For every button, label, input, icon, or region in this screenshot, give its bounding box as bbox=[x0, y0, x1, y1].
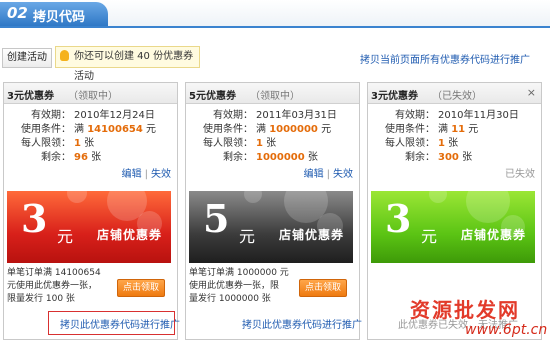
condition-value: 满 14100654 元 bbox=[74, 124, 157, 135]
valid-label: 有效期： bbox=[31, 110, 71, 121]
limit-value: 1 张 bbox=[438, 138, 459, 149]
promote-coupon-link[interactable]: 拷贝此优惠券代码进行推广 bbox=[242, 316, 362, 331]
coupon-card: 3元优惠券 （领取中） 有效期： 2010年12月24日 使用条件： 满 141… bbox=[3, 82, 178, 340]
card-header: 3元优惠券 （已失效） × bbox=[368, 83, 541, 104]
disable-link[interactable]: 失效 bbox=[151, 169, 171, 180]
valid-value: 2010年12月24日 bbox=[74, 110, 155, 121]
remain-label: 剩余： bbox=[223, 152, 253, 163]
card-header: 5元优惠券 （领取中） bbox=[186, 83, 359, 104]
ticket-yuan: 元 bbox=[57, 227, 74, 246]
condition-value: 满 11 元 bbox=[438, 124, 479, 135]
card-name: 3元优惠券 bbox=[7, 91, 54, 102]
remain-label: 剩余： bbox=[405, 152, 435, 163]
ticket-amount: 5 bbox=[203, 196, 230, 241]
highlight-box bbox=[48, 311, 175, 335]
valid-value: 2011年03月31日 bbox=[256, 110, 337, 121]
expired-label: 已失效 bbox=[505, 169, 535, 180]
create-activity-button[interactable]: 创建活动 bbox=[2, 48, 52, 68]
claim-button[interactable]: 点击领取 bbox=[299, 279, 347, 297]
coupon-description: 单笔订单满 14100654 元使用此优惠券一张， 限量发行 100 张 bbox=[7, 268, 101, 304]
coupon-card: 5元优惠券 （领取中） 有效期： 2011年03月31日 使用条件： 满 100… bbox=[185, 82, 360, 340]
remain-value: 300 张 bbox=[438, 152, 473, 163]
card-status: （领取中） bbox=[250, 91, 300, 102]
ticket-yuan: 元 bbox=[421, 227, 438, 246]
section-tab: 02 拷贝代码 bbox=[0, 2, 108, 26]
card-status: （已失效） bbox=[432, 91, 482, 102]
title-bar: 02 拷贝代码 bbox=[0, 0, 550, 26]
limit-label: 每人限领： bbox=[21, 138, 71, 149]
ticket-shop-label: 店铺优惠券 bbox=[279, 228, 345, 242]
toolbar: 创建活动 你还可以创建 40 份优惠券活动 拷贝当前页面所有优惠券代码进行推广 bbox=[0, 40, 550, 82]
section-title: 拷贝代码 bbox=[33, 10, 86, 25]
watermark-text: 资源批发网 bbox=[410, 298, 520, 322]
limit-value: 1 张 bbox=[74, 138, 95, 149]
valid-label: 有效期： bbox=[213, 110, 253, 121]
watermark-url: www.6pt.cn bbox=[465, 322, 548, 338]
close-icon[interactable]: × bbox=[527, 86, 536, 99]
card-actions: 编辑 | 失效 bbox=[303, 169, 353, 180]
coupon-ticket: 3 元 店铺优惠券 bbox=[7, 191, 171, 263]
remain-value: 1000000 张 bbox=[256, 152, 318, 163]
site-watermark: 资源批发网 www.6pt.cn bbox=[410, 294, 550, 344]
promote-all-link[interactable]: 拷贝当前页面所有优惠券代码进行推广 bbox=[360, 51, 530, 66]
condition-label: 使用条件： bbox=[385, 124, 435, 135]
condition-value: 满 1000000 元 bbox=[256, 124, 332, 135]
card-name: 5元优惠券 bbox=[189, 91, 236, 102]
condition-label: 使用条件： bbox=[21, 124, 71, 135]
disable-link[interactable]: 失效 bbox=[333, 169, 353, 180]
lightbulb-icon bbox=[60, 50, 69, 61]
card-status: （领取中） bbox=[68, 91, 118, 102]
ticket-amount: 3 bbox=[21, 196, 48, 241]
ticket-shop-label: 店铺优惠券 bbox=[461, 228, 527, 242]
limit-label: 每人限领： bbox=[203, 138, 253, 149]
remain-value: 96 张 bbox=[74, 152, 102, 163]
ticket-amount: 3 bbox=[385, 196, 412, 241]
ticket-yuan: 元 bbox=[239, 227, 256, 246]
edit-link[interactable]: 编辑 bbox=[122, 169, 142, 180]
title-divider bbox=[0, 26, 550, 28]
card-name: 3元优惠券 bbox=[371, 91, 418, 102]
remain-label: 剩余： bbox=[41, 152, 71, 163]
quota-tip-text: 你还可以创建 40 份优惠券活动 bbox=[74, 51, 194, 82]
card-actions: 编辑 | 失效 bbox=[121, 169, 171, 180]
section-number: 02 bbox=[7, 4, 28, 22]
claim-button[interactable]: 点击领取 bbox=[117, 279, 165, 297]
limit-label: 每人限领： bbox=[385, 138, 435, 149]
edit-link[interactable]: 编辑 bbox=[304, 169, 324, 180]
coupon-ticket: 3 元 店铺优惠券 bbox=[371, 191, 535, 263]
valid-value: 2010年11月30日 bbox=[438, 110, 519, 121]
card-header: 3元优惠券 （领取中） bbox=[4, 83, 177, 104]
limit-value: 1 张 bbox=[256, 138, 277, 149]
coupon-ticket: 5 元 店铺优惠券 bbox=[189, 191, 353, 263]
valid-label: 有效期： bbox=[395, 110, 435, 121]
ticket-shop-label: 店铺优惠券 bbox=[97, 228, 163, 242]
coupon-description: 单笔订单满 1000000 元 使用此优惠券一张，限 量发行 1000000 张 bbox=[189, 268, 289, 304]
quota-tip: 你还可以创建 40 份优惠券活动 bbox=[55, 46, 200, 82]
condition-label: 使用条件： bbox=[203, 124, 253, 135]
